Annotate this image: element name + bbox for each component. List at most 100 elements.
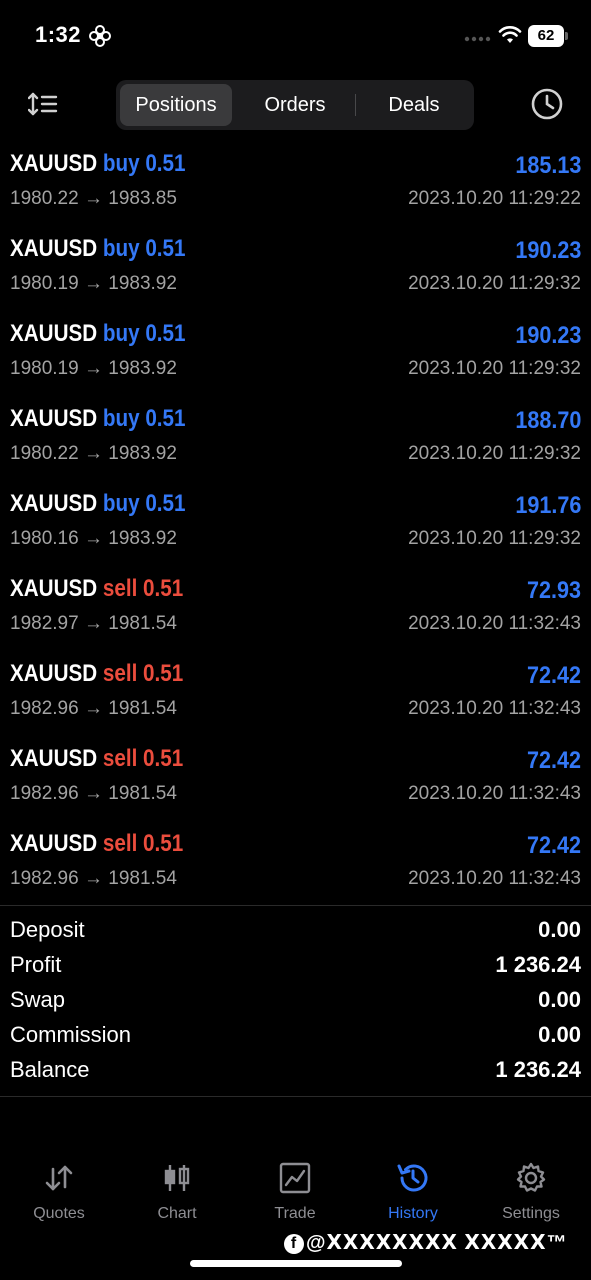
clock-icon[interactable] — [530, 87, 564, 121]
deal-close-price: 1981.54 — [108, 783, 177, 804]
deal-symbol: XAUUSD — [10, 150, 98, 177]
deal-volume: 0.51 — [143, 575, 184, 602]
history-icon — [397, 1164, 428, 1192]
flower-icon — [89, 25, 111, 47]
deal-side: buy — [102, 150, 140, 177]
summary-deposit: Deposit 0.00 — [0, 915, 591, 950]
battery-indicator: 62 — [528, 25, 568, 47]
deal-volume: 0.51 — [145, 150, 186, 177]
deal-prices: 1980.22 → 1983.92 — [10, 443, 177, 464]
deal-side: buy — [102, 490, 140, 517]
deal-title: XAUUSD sell 0.51 — [10, 745, 183, 773]
deal-time: 2023.10.20 11:29:32 — [408, 443, 581, 464]
summary-commission: Commission 0.00 — [0, 1020, 591, 1055]
deal-row[interactable]: XAUUSD buy 0.51 185.13 1980.22 → 1983.85… — [0, 140, 591, 225]
summary-label: Deposit — [10, 917, 85, 942]
summary-block: Deposit 0.00 Profit 1 236.24 Swap 0.00 C… — [0, 915, 591, 1090]
deal-profit: 188.70 — [514, 407, 581, 434]
tab-label: History — [388, 1205, 438, 1222]
deal-volume: 0.51 — [145, 320, 186, 347]
summary-value: 0.00 — [538, 917, 581, 942]
deal-side: buy — [102, 320, 140, 347]
deal-profit: 191.76 — [514, 492, 581, 519]
deal-side: buy — [102, 235, 140, 262]
tab-quotes[interactable]: Quotes — [0, 1155, 118, 1230]
deal-row[interactable]: XAUUSD sell 0.51 72.42 1982.96 → 1981.54… — [0, 735, 591, 820]
deal-volume: 0.51 — [145, 405, 186, 432]
deal-open-price: 1980.19 — [10, 273, 79, 294]
deal-title: XAUUSD buy 0.51 — [10, 405, 186, 433]
status-time: 1:32 — [35, 22, 82, 47]
deal-open-price: 1982.96 — [10, 698, 79, 719]
tab-label: Trade — [274, 1205, 316, 1222]
deal-open-price: 1980.22 — [10, 188, 79, 209]
deal-time: 2023.10.20 11:32:43 — [408, 783, 581, 804]
deal-prices: 1982.96 → 1981.54 — [10, 868, 177, 889]
deal-row[interactable]: XAUUSD sell 0.51 72.42 1982.96 → 1981.54… — [0, 650, 591, 735]
deal-profit: 72.42 — [526, 832, 581, 859]
deal-open-price: 1980.16 — [10, 528, 79, 549]
deal-symbol: XAUUSD — [10, 320, 98, 347]
bottom-tab-bar: Quotes Chart Trade History Settings — [0, 1155, 591, 1230]
deal-row[interactable]: XAUUSD sell 0.51 72.93 1982.97 → 1981.54… — [0, 565, 591, 650]
history-mode-segmented-control: Positions Orders Deals — [116, 80, 474, 130]
deal-symbol: XAUUSD — [10, 575, 98, 602]
battery-level: 62 — [528, 25, 564, 47]
deal-time: 2023.10.20 11:32:43 — [408, 868, 581, 889]
deal-prices: 1980.22 → 1983.85 — [10, 188, 177, 209]
deal-row[interactable]: XAUUSD buy 0.51 188.70 1980.22 → 1983.92… — [0, 395, 591, 480]
deal-row[interactable]: XAUUSD sell 0.51 72.42 1982.96 → 1981.54… — [0, 820, 591, 905]
deal-title: XAUUSD buy 0.51 — [10, 235, 186, 263]
deal-profit: 72.42 — [526, 662, 581, 689]
sort-icon[interactable] — [28, 90, 60, 118]
deal-volume: 0.51 — [143, 745, 184, 772]
tab-orders[interactable]: Orders — [236, 84, 354, 126]
deal-prices: 1982.96 → 1981.54 — [10, 783, 177, 804]
deal-symbol: XAUUSD — [10, 830, 98, 857]
deal-profit: 72.93 — [526, 577, 581, 604]
tab-chart[interactable]: Chart — [118, 1155, 236, 1230]
deal-title: XAUUSD buy 0.51 — [10, 150, 186, 178]
settings-icon — [516, 1162, 546, 1192]
deal-title: XAUUSD sell 0.51 — [10, 575, 183, 603]
summary-value: 0.00 — [538, 987, 581, 1012]
summary-label: Swap — [10, 987, 66, 1012]
deal-symbol: XAUUSD — [10, 405, 98, 432]
tab-settings[interactable]: Settings — [472, 1155, 590, 1230]
deal-volume: 0.51 — [143, 660, 184, 687]
deal-side: buy — [102, 405, 140, 432]
wifi-icon — [498, 26, 522, 43]
deal-prices: 1980.19 → 1983.92 — [10, 358, 177, 379]
deal-row[interactable]: XAUUSD buy 0.51 191.76 1980.16 → 1983.92… — [0, 480, 591, 565]
summary-divider — [0, 1096, 591, 1097]
tab-trade[interactable]: Trade — [236, 1155, 354, 1230]
tab-label: Chart — [157, 1205, 197, 1222]
deal-volume: 0.51 — [143, 830, 184, 857]
deal-list: XAUUSD buy 0.51 185.13 1980.22 → 1983.85… — [0, 140, 591, 905]
tab-label: Settings — [502, 1205, 560, 1222]
deal-close-price: 1983.92 — [108, 443, 177, 464]
deal-time: 2023.10.20 11:29:32 — [408, 273, 581, 294]
tab-positions[interactable]: Positions — [120, 84, 232, 126]
deal-time: 2023.10.20 11:29:32 — [408, 358, 581, 379]
tab-deals[interactable]: Deals — [356, 84, 472, 126]
deal-prices: 1980.19 → 1983.92 — [10, 273, 177, 294]
facebook-icon: f — [284, 1233, 304, 1254]
deal-title: XAUUSD buy 0.51 — [10, 320, 186, 348]
deal-row[interactable]: XAUUSD buy 0.51 190.23 1980.19 → 1983.92… — [0, 225, 591, 310]
tab-history[interactable]: History — [354, 1155, 472, 1230]
chart-icon — [164, 1165, 190, 1191]
deal-title: XAUUSD sell 0.51 — [10, 660, 183, 688]
deal-prices: 1980.16 → 1983.92 — [10, 528, 177, 549]
deal-side: sell — [102, 575, 138, 602]
home-indicator[interactable] — [190, 1260, 402, 1267]
deal-open-price: 1980.19 — [10, 358, 79, 379]
deal-close-price: 1981.54 — [108, 868, 177, 889]
deal-symbol: XAUUSD — [10, 745, 98, 772]
quotes-icon — [45, 1165, 73, 1191]
deal-time: 2023.10.20 11:29:32 — [408, 528, 581, 549]
deal-symbol: XAUUSD — [10, 235, 98, 262]
deal-open-price: 1982.97 — [10, 613, 79, 634]
deal-row[interactable]: XAUUSD buy 0.51 190.23 1980.19 → 1983.92… — [0, 310, 591, 395]
deal-volume: 0.51 — [145, 235, 186, 262]
